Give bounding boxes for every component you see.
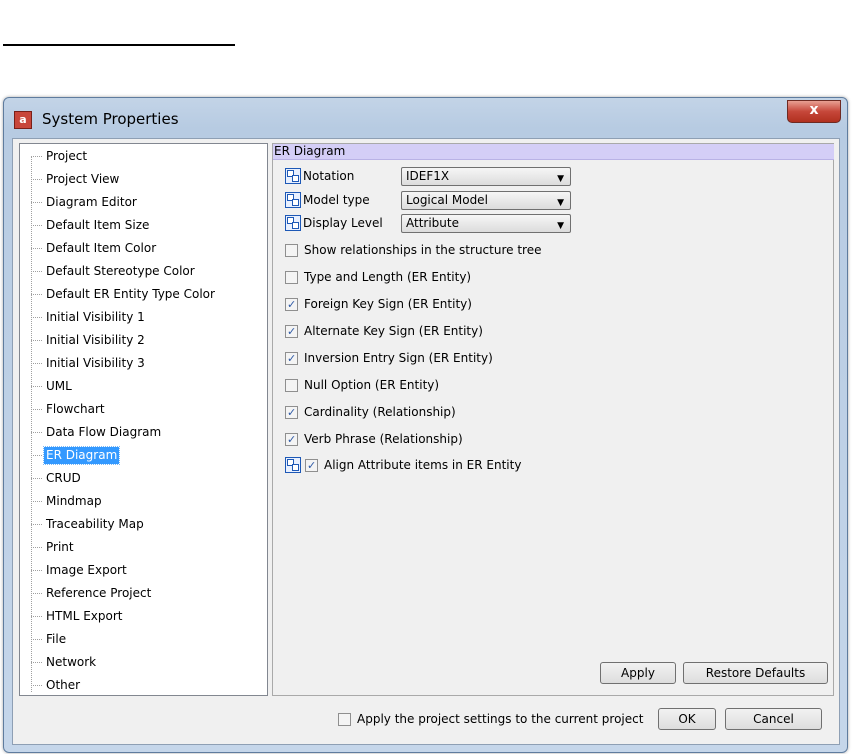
notation-value: IDEF1X <box>406 169 450 183</box>
checkbox[interactable] <box>285 432 298 446</box>
display-level-row: Display Level <box>285 213 383 233</box>
tree-item-data-flow-diagram[interactable]: Data Flow Diagram <box>31 423 163 441</box>
check-inversion-entry-sign[interactable]: Inversion Entry Sign (ER Entity) <box>285 348 493 368</box>
check-show-relationships[interactable]: Show relationships in the structure tree <box>285 240 541 260</box>
chevron-down-icon: ▼ <box>557 198 564 208</box>
checkbox[interactable] <box>285 351 298 365</box>
notation-label: Notation <box>303 169 355 183</box>
check-align-attribute-items[interactable]: Align Attribute items in ER Entity <box>285 455 521 475</box>
check-alternate-key-sign[interactable]: Alternate Key Sign (ER Entity) <box>285 321 483 341</box>
er-diagram-settings-panel: ER Diagram Notation IDEF1X ▼ Model type … <box>272 143 834 696</box>
check-cardinality[interactable]: Cardinality (Relationship) <box>285 402 456 422</box>
restore-defaults-button[interactable]: Restore Defaults <box>683 662 828 684</box>
project-setting-icon <box>285 192 301 208</box>
tree-item-html-export[interactable]: HTML Export <box>31 607 125 625</box>
tree-item-diagram-editor[interactable]: Diagram Editor <box>31 193 139 211</box>
checkbox[interactable] <box>285 378 298 392</box>
tree-item-initial-visibility-2[interactable]: Initial Visibility 2 <box>31 331 147 349</box>
model-type-label: Model type <box>303 193 370 207</box>
checkbox[interactable] <box>285 405 298 419</box>
check-label: Verb Phrase (Relationship) <box>304 432 463 446</box>
ok-button[interactable]: OK <box>658 708 716 730</box>
checkbox[interactable] <box>285 297 298 311</box>
notation-select[interactable]: IDEF1X ▼ <box>401 167 571 186</box>
tree-item-file[interactable]: File <box>31 630 68 648</box>
checkbox[interactable] <box>305 458 318 472</box>
tree-item-default-stereotype-color[interactable]: Default Stereotype Color <box>31 262 197 280</box>
close-button[interactable]: x <box>787 100 841 123</box>
checkbox[interactable] <box>285 243 298 257</box>
checkbox[interactable] <box>338 712 351 726</box>
model-type-value: Logical Model <box>406 193 488 207</box>
tree-item-initial-visibility-1[interactable]: Initial Visibility 1 <box>31 308 147 326</box>
check-label: Show relationships in the structure tree <box>304 243 542 257</box>
display-level-value: Attribute <box>406 216 459 230</box>
panel-header: ER Diagram <box>273 144 834 160</box>
tree-item-default-er-entity-type-color[interactable]: Default ER Entity Type Color <box>31 285 217 303</box>
check-label: Inversion Entry Sign (ER Entity) <box>304 351 493 365</box>
apply-button[interactable]: Apply <box>600 662 676 684</box>
chevron-down-icon: ▼ <box>557 221 564 231</box>
tree-item-initial-visibility-3[interactable]: Initial Visibility 3 <box>31 354 147 372</box>
tree-item-default-item-color[interactable]: Default Item Color <box>31 239 158 257</box>
notation-row: Notation <box>285 166 354 186</box>
project-setting-icon <box>285 168 301 184</box>
tree-item-er-diagram[interactable]: ER Diagram <box>31 446 121 465</box>
display-level-select[interactable]: Attribute ▼ <box>401 214 571 233</box>
tree-item-project[interactable]: Project <box>31 147 89 165</box>
tree-item-flowchart[interactable]: Flowchart <box>31 400 107 418</box>
tree-item-reference-project[interactable]: Reference Project <box>31 584 153 602</box>
check-foreign-key-sign[interactable]: Foreign Key Sign (ER Entity) <box>285 294 472 314</box>
top-underline-rule <box>3 44 235 46</box>
check-type-and-length[interactable]: Type and Length (ER Entity) <box>285 267 471 287</box>
tree-item-print[interactable]: Print <box>31 538 76 556</box>
tree-item-image-export[interactable]: Image Export <box>31 561 129 579</box>
system-properties-dialog: a System Properties x Project Project Vi… <box>3 97 848 753</box>
tree-item-default-item-size[interactable]: Default Item Size <box>31 216 151 234</box>
checkbox[interactable] <box>285 324 298 338</box>
tree-item-project-view[interactable]: Project View <box>31 170 121 188</box>
checkbox[interactable] <box>285 270 298 284</box>
tree-item-crud[interactable]: CRUD <box>31 469 83 487</box>
check-label: Alternate Key Sign (ER Entity) <box>304 324 483 338</box>
project-setting-icon <box>285 457 301 473</box>
project-setting-icon <box>285 215 301 231</box>
display-level-label: Display Level <box>303 216 383 230</box>
model-type-row: Model type <box>285 190 370 210</box>
check-verb-phrase[interactable]: Verb Phrase (Relationship) <box>285 429 463 449</box>
chevron-down-icon: ▼ <box>557 174 564 184</box>
window-title: System Properties <box>42 110 179 128</box>
app-icon: a <box>14 111 32 129</box>
tree-item-traceability-map[interactable]: Traceability Map <box>31 515 146 533</box>
title-bar[interactable]: a System Properties x <box>4 98 847 138</box>
apply-project-settings-label: Apply the project settings to the curren… <box>357 712 644 726</box>
settings-tree[interactable]: Project Project View Diagram Editor Defa… <box>19 143 268 696</box>
check-label: Align Attribute items in ER Entity <box>324 458 522 472</box>
cancel-button[interactable]: Cancel <box>725 708 822 730</box>
check-label: Foreign Key Sign (ER Entity) <box>304 297 472 311</box>
tree-item-network[interactable]: Network <box>31 653 98 671</box>
check-label: Null Option (ER Entity) <box>304 378 440 392</box>
dialog-body: Project Project View Diagram Editor Defa… <box>12 138 840 745</box>
tree-item-mindmap[interactable]: Mindmap <box>31 492 104 510</box>
tree-item-uml[interactable]: UML <box>31 377 74 395</box>
apply-project-settings-check[interactable]: Apply the project settings to the curren… <box>338 712 643 726</box>
tree-item-other[interactable]: Other <box>31 676 82 694</box>
model-type-select[interactable]: Logical Model ▼ <box>401 191 571 210</box>
check-label: Type and Length (ER Entity) <box>304 270 472 284</box>
check-label: Cardinality (Relationship) <box>304 405 456 419</box>
check-null-option[interactable]: Null Option (ER Entity) <box>285 375 439 395</box>
